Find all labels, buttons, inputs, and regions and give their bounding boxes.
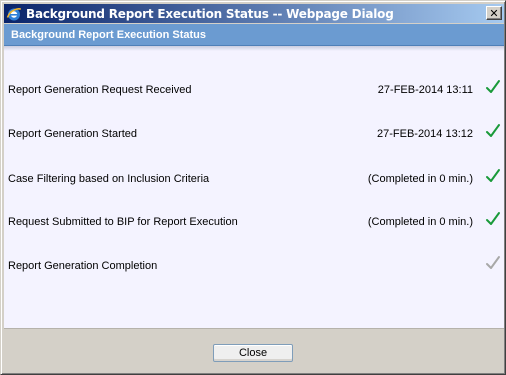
close-button[interactable]: Close — [213, 344, 293, 362]
step-label: Report Generation Completion — [8, 260, 158, 272]
green-check-icon — [484, 78, 502, 96]
step-value: (Completed in 0 min.) — [367, 216, 473, 228]
internet-explorer-icon — [6, 6, 22, 22]
green-check-icon — [484, 167, 502, 185]
step-value: (Completed in 0 min.) — [367, 173, 473, 185]
close-icon: ✕ — [489, 6, 499, 20]
green-check-icon — [484, 210, 502, 228]
step-label: Case Filtering based on Inclusion Criter… — [8, 173, 210, 185]
dialog-footer: Close — [4, 328, 504, 373]
window-close-button[interactable]: ✕ — [486, 6, 502, 20]
status-row: Case Filtering based on Inclusion Criter… — [4, 169, 504, 189]
header-shadow — [4, 46, 504, 51]
status-row: Report Generation Request Received 27-FE… — [4, 80, 504, 100]
step-label: Report Generation Request Received — [8, 84, 192, 96]
dialog-window: Background Report Execution Status -- We… — [0, 0, 506, 375]
grey-check-icon — [484, 254, 502, 272]
step-label: Report Generation Started — [8, 128, 138, 140]
step-value: 27-FEB-2014 13:11 — [377, 84, 473, 96]
step-label: Request Submitted to BIP for Report Exec… — [8, 216, 238, 228]
step-value: 27-FEB-2014 13:12 — [376, 128, 473, 140]
dialog-content: Background Report Execution Status Repor… — [4, 24, 504, 373]
section-header-title: Background Report Execution Status — [11, 28, 206, 41]
green-check-icon — [484, 122, 502, 140]
title-bar[interactable]: Background Report Execution Status -- We… — [4, 4, 504, 23]
section-header: Background Report Execution Status — [4, 24, 504, 46]
status-row: Request Submitted to BIP for Report Exec… — [4, 212, 504, 232]
window-title: Background Report Execution Status -- We… — [26, 6, 394, 21]
status-row: Report Generation Completion — [4, 256, 504, 276]
status-row: Report Generation Started 27-FEB-2014 13… — [4, 124, 504, 144]
